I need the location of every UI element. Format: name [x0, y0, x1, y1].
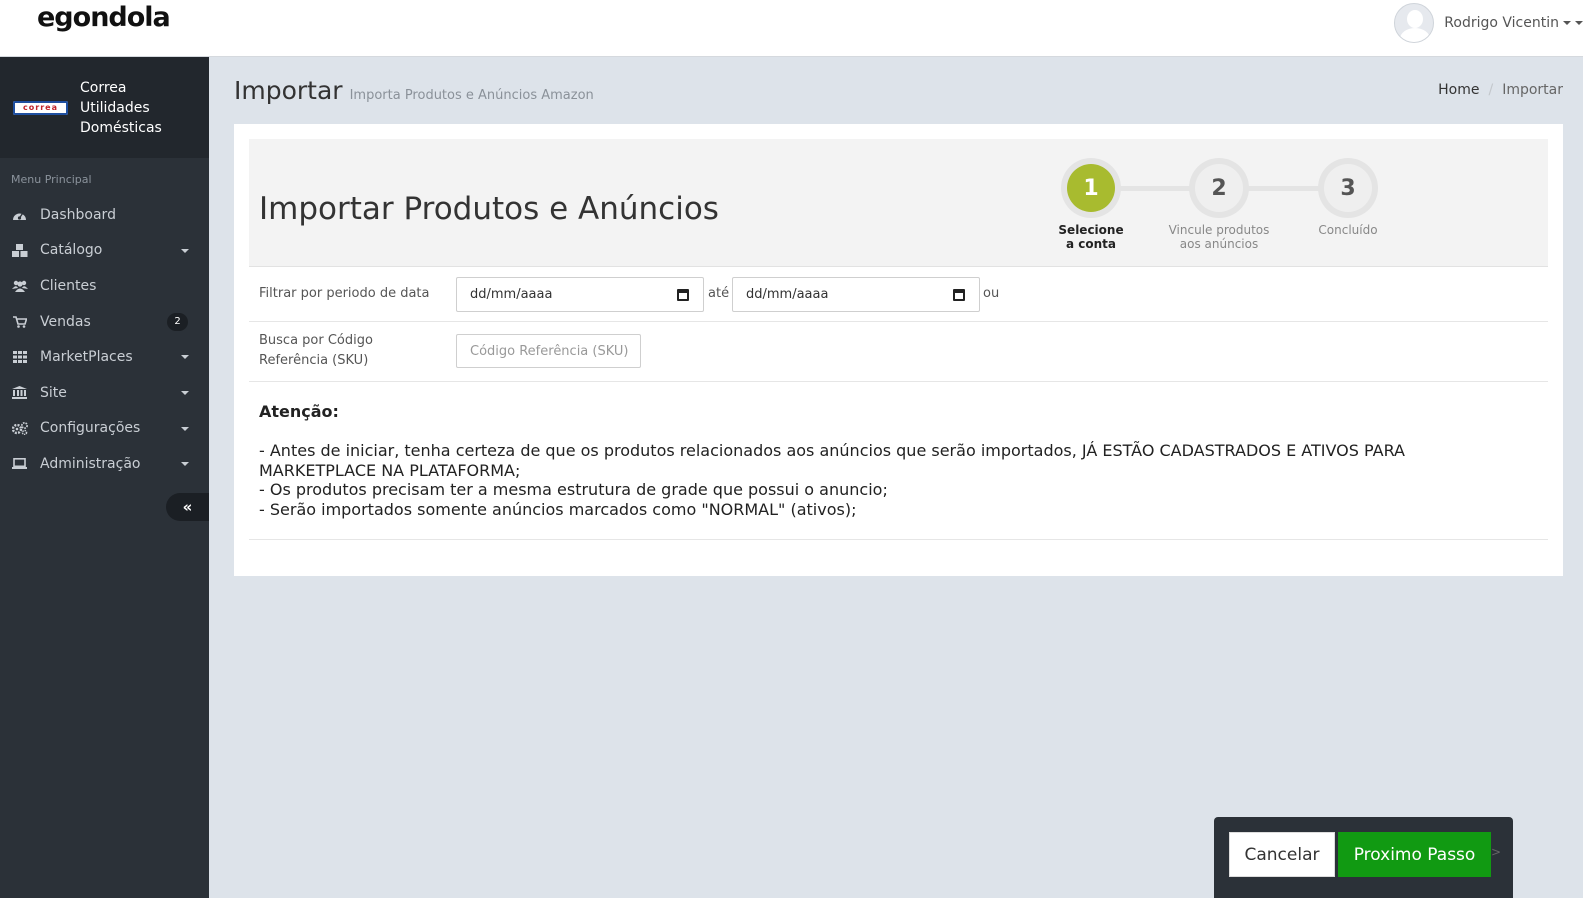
date-filter-row: Filtrar por periodo de data dd/mm/aaaa a… — [249, 267, 1548, 322]
breadcrumb-separator: / — [1488, 82, 1494, 98]
step-number: 3 — [1324, 164, 1372, 212]
avatar[interactable] — [1394, 2, 1435, 43]
step-label-line: a conta — [1065, 237, 1116, 251]
cancel-button[interactable]: Cancelar — [1229, 832, 1335, 877]
store-logo: correa — [13, 100, 68, 115]
step-label-line: Vincule produtos — [1168, 223, 1270, 237]
notice-title: Atenção: — [259, 402, 339, 421]
calendar-icon[interactable] — [953, 289, 965, 301]
dashboard-icon — [11, 208, 28, 222]
breadcrumb-home-link[interactable]: Home — [1438, 82, 1479, 98]
wizard-action-bar: Cancelar Proximo Passo > — [1214, 817, 1513, 898]
cogs-icon — [11, 421, 28, 435]
wizard-step-2: 2 — [1189, 158, 1249, 218]
notice-line: - Antes de iniciar, tenha certeza de que… — [259, 441, 1405, 460]
wizard-step-3-label: Concluído — [1288, 223, 1408, 237]
sidebar-item-label: Vendas — [40, 313, 91, 330]
chevron-down-icon — [181, 426, 189, 431]
sidebar-item-label: Catálogo — [40, 242, 103, 259]
chevron-down-icon[interactable] — [1563, 20, 1571, 25]
notice-line: - Serão importados somente anúncios marc… — [259, 499, 857, 519]
chevron-down-icon — [181, 462, 189, 467]
or-text: ou — [983, 286, 1000, 301]
sidebar-item-clientes[interactable]: Clientes — [0, 268, 209, 304]
store-name-line: Correa — [80, 79, 127, 96]
user-name[interactable]: Rodrigo Vicentin — [1444, 15, 1559, 31]
calendar-icon[interactable] — [677, 289, 689, 301]
store-name: Correa Utilidades Domésticas — [80, 78, 190, 138]
page-header: Importar Importa Produtos e Anúncios Ama… — [234, 76, 594, 105]
sidebar-item-dashboard[interactable]: Dashboard — [0, 197, 209, 233]
sidebar-item-vendas[interactable]: Vendas 2 — [0, 304, 209, 340]
sidebar-item-label: Site — [40, 384, 67, 401]
notice-line: MARKETPLACE NA PLATAFORMA; — [259, 460, 521, 480]
notice-line: - Os produtos precisam ter a mesma estru… — [259, 480, 888, 499]
panel-divider — [249, 539, 1548, 540]
breadcrumb: Home / Importar — [1438, 82, 1563, 98]
date-from-input[interactable]: dd/mm/aaaa — [456, 277, 704, 312]
breadcrumb-current: Importar — [1502, 82, 1563, 98]
sidebar-item-label: Clientes — [40, 277, 97, 294]
sku-label-line: Referência (SKU) — [259, 353, 369, 368]
step-label-line: aos anúncios — [1179, 237, 1259, 251]
attention-notice: Atenção: - Antes de iniciar, tenha certe… — [259, 402, 1519, 519]
step-label-line: Concluído — [1318, 223, 1378, 237]
sidebar-item-site[interactable]: Site — [0, 375, 209, 411]
sidebar: correa Correa Utilidades Domésticas Menu… — [0, 57, 209, 898]
wizard-title: Importar Produtos e Anúncios — [259, 191, 719, 227]
sidebar-item-configuracoes[interactable]: Configurações — [0, 411, 209, 447]
sales-count-badge: 2 — [167, 312, 188, 331]
wizard-step-1-label: Selecione a conta — [1031, 223, 1151, 251]
user-menu[interactable]: Rodrigo Vicentin — [1394, 0, 1583, 45]
date-to-input[interactable]: dd/mm/aaaa — [732, 277, 980, 312]
sidebar-item-marketplaces[interactable]: MarketPlaces — [0, 339, 209, 375]
store-name-line: Utilidades — [80, 99, 150, 116]
sku-label-line: Busca por Código — [259, 333, 373, 348]
cart-icon — [11, 315, 28, 329]
grid-icon — [11, 350, 28, 364]
sidebar-item-label: MarketPlaces — [40, 349, 133, 366]
date-to-placeholder: dd/mm/aaaa — [746, 287, 829, 302]
step-number: 1 — [1067, 164, 1115, 212]
collapse-sidebar-button[interactable]: « — [166, 493, 209, 521]
app-logo[interactable]: egondola — [37, 2, 171, 33]
wizard-step-1: 1 — [1061, 158, 1121, 218]
chevron-down-icon — [181, 390, 189, 395]
chevron-down-icon[interactable] — [1575, 20, 1583, 25]
sku-search-input[interactable]: Código Referência (SKU) — [456, 334, 641, 368]
next-step-button[interactable]: Proximo Passo — [1338, 832, 1491, 877]
laptop-icon — [11, 457, 28, 471]
wizard-step-2-label: Vincule produtos aos anúncios — [1159, 223, 1279, 251]
store-name-line: Domésticas — [80, 119, 162, 136]
import-panel: Importar Produtos e Anúncios 1 Selecione… — [234, 124, 1563, 576]
page-title: Importar — [234, 76, 343, 105]
sidebar-item-administracao[interactable]: Administração — [0, 446, 209, 482]
date-from-placeholder: dd/mm/aaaa — [470, 287, 553, 302]
sku-filter-label: Busca por Código Referência (SKU) — [259, 331, 373, 371]
store-header: correa Correa Utilidades Domésticas — [0, 57, 209, 158]
sidebar-item-label: Configurações — [40, 420, 141, 437]
date-filter-label: Filtrar por periodo de data — [259, 286, 430, 301]
sidebar-item-label: Dashboard — [40, 206, 116, 223]
step-label-line: Selecione — [1058, 223, 1124, 237]
chevron-down-icon — [181, 355, 189, 360]
sku-filter-row: Busca por Código Referência (SKU) Código… — [249, 322, 1548, 382]
page-subtitle: Importa Produtos e Anúncios Amazon — [349, 88, 594, 103]
users-icon — [11, 279, 28, 293]
chevron-right-icon: > — [1491, 845, 1502, 859]
cubes-icon — [11, 243, 28, 257]
menu-title: Menu Principal — [11, 173, 92, 186]
sidebar-item-catalogo[interactable]: Catálogo — [0, 233, 209, 269]
top-bar: egondola Rodrigo Vicentin — [0, 0, 1583, 57]
chevron-down-icon — [181, 248, 189, 253]
wizard-header: Importar Produtos e Anúncios 1 Selecione… — [249, 139, 1548, 267]
wizard-step-3: 3 — [1318, 158, 1378, 218]
sidebar-item-label: Administração — [40, 455, 141, 472]
date-until-text: até — [708, 286, 730, 301]
step-number: 2 — [1195, 164, 1243, 212]
bank-icon — [11, 386, 28, 400]
